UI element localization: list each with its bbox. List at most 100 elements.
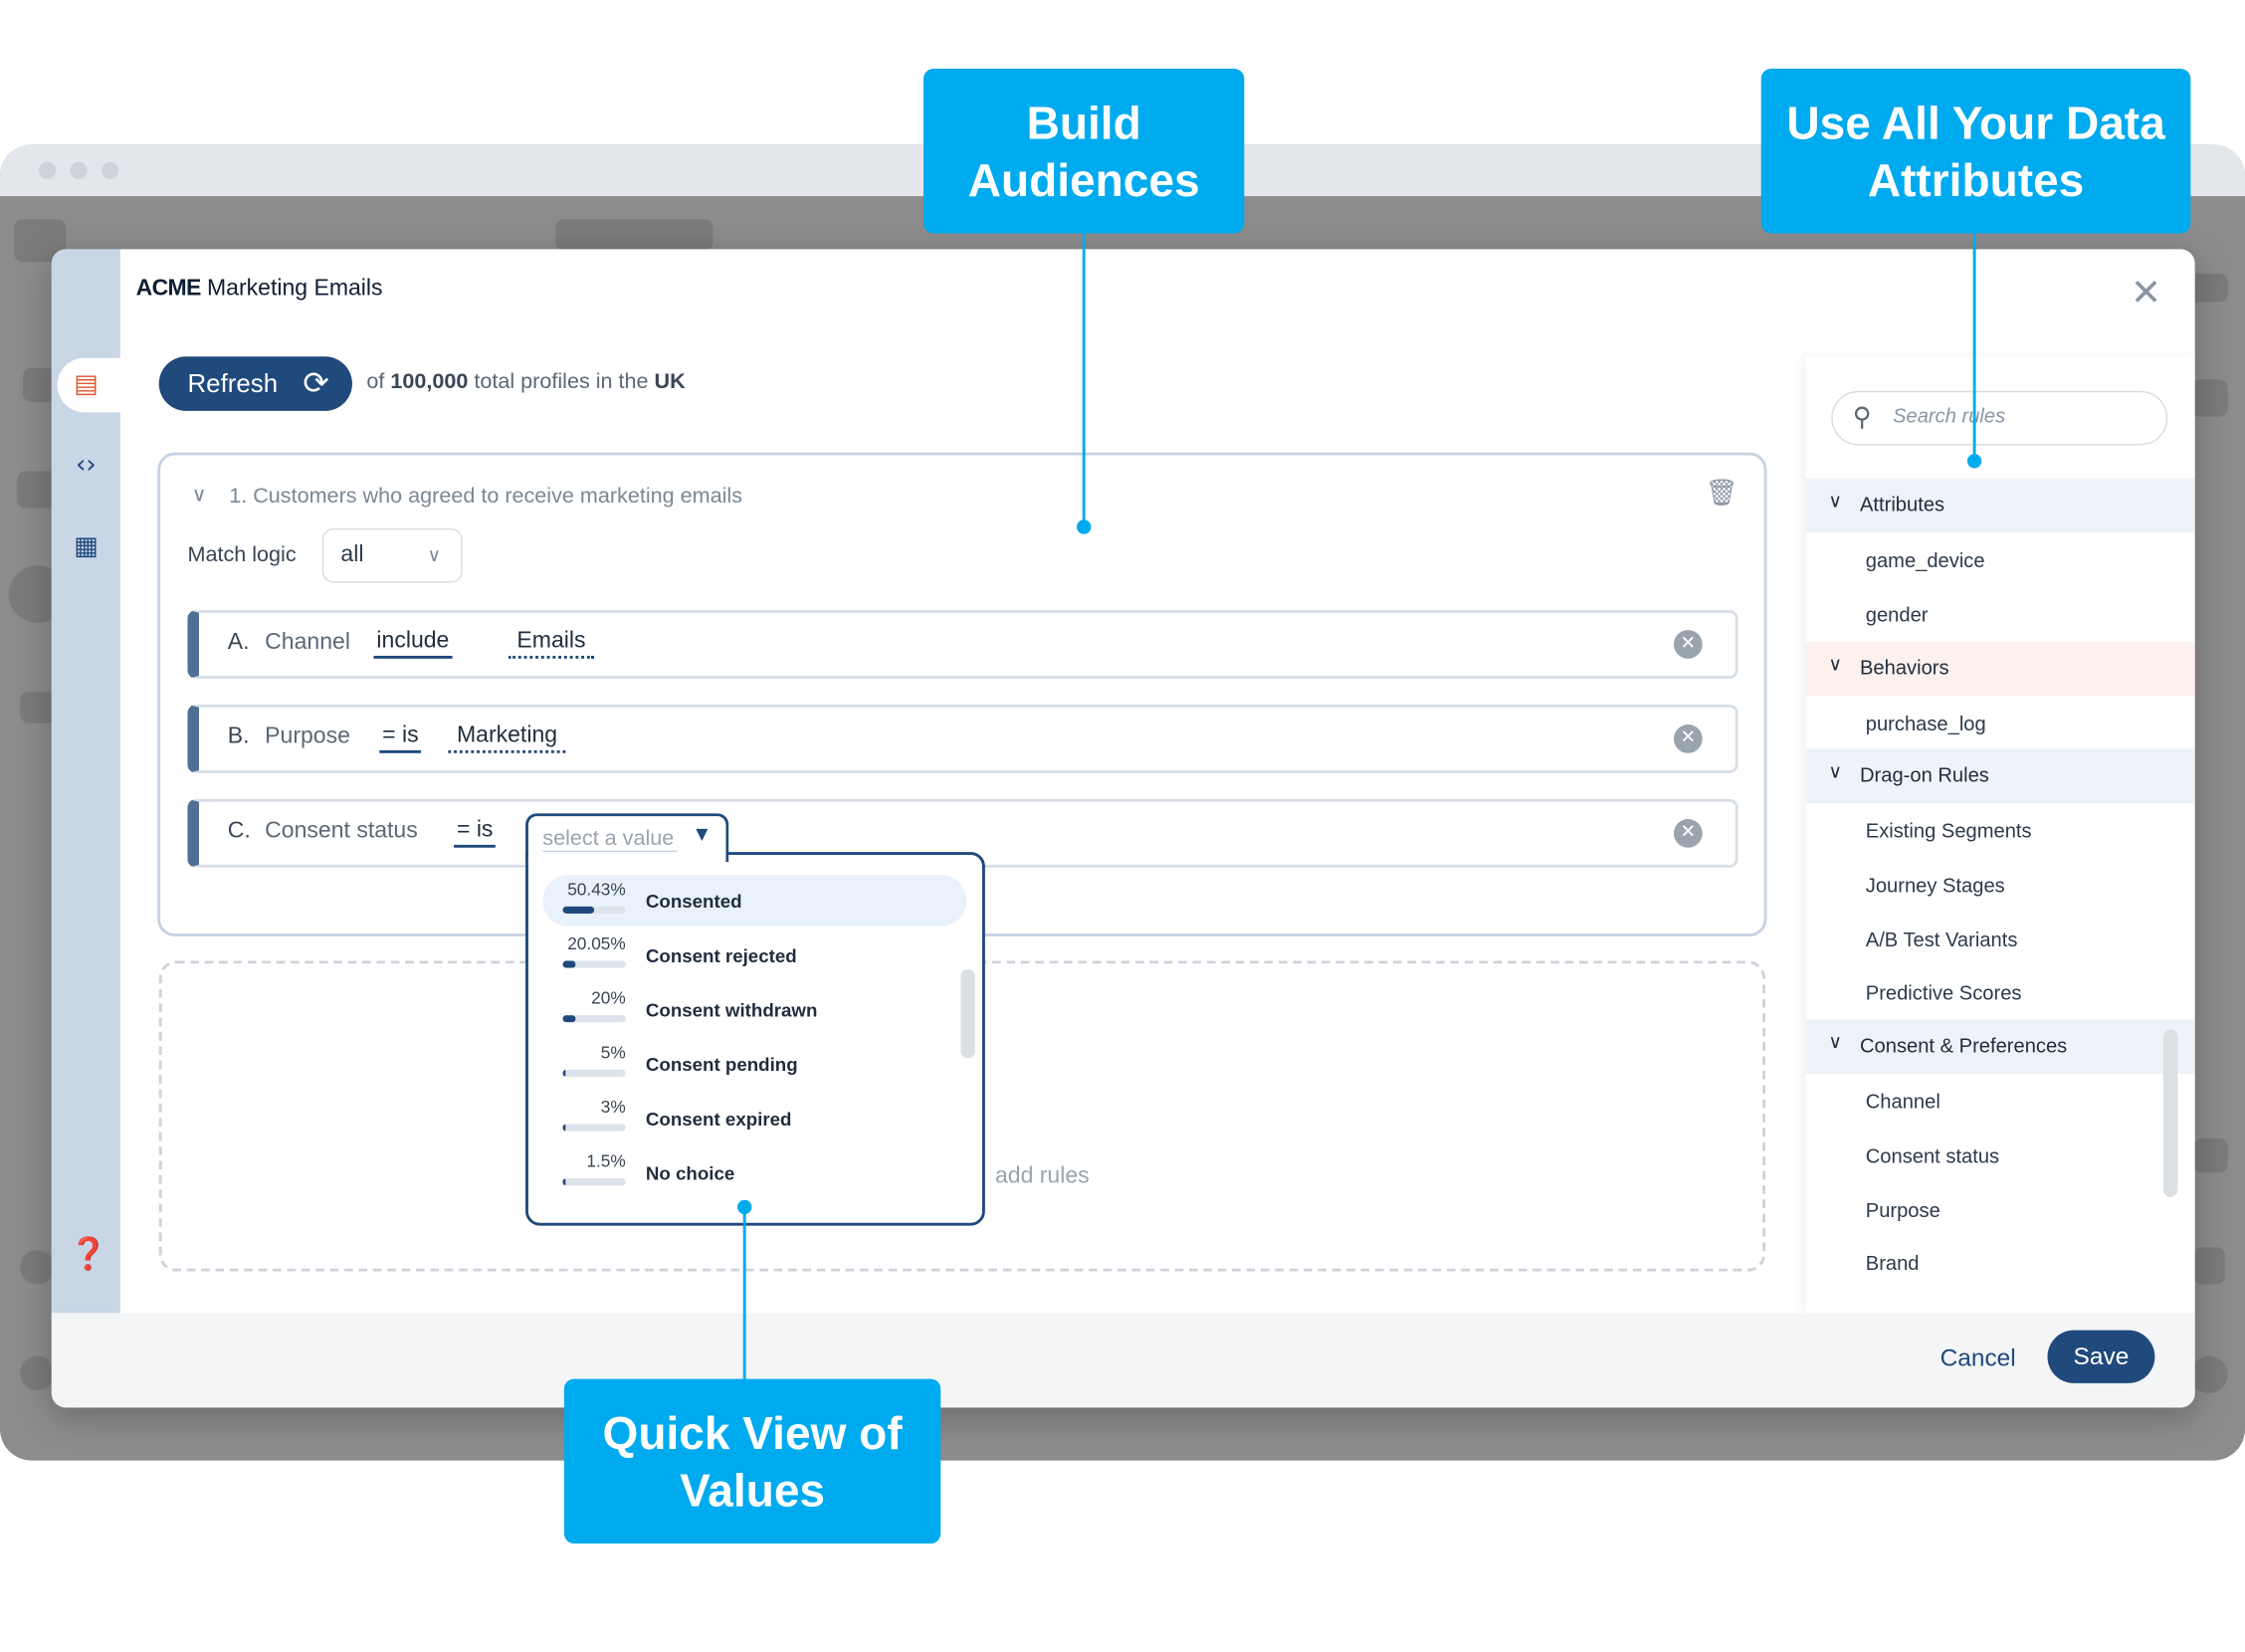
option-bar xyxy=(562,1015,626,1023)
option-bar xyxy=(562,1178,626,1186)
search-box[interactable]: ⚲ xyxy=(1831,390,2168,446)
callout-line-attributes xyxy=(1972,229,1976,459)
chevron-down-icon: ∨ xyxy=(427,543,442,566)
option-label: Consent rejected xyxy=(645,944,797,967)
option-label: Consent pending xyxy=(645,1053,798,1076)
option-bar-fill xyxy=(562,960,576,968)
search-icon: ⚲ xyxy=(1852,402,1872,433)
remove-rule-icon[interactable]: ✕ xyxy=(1673,818,1703,848)
option-bar xyxy=(562,1069,626,1077)
rules-sidebar: ⚲ ∨ Attributes game_device gender ∨ Beha… xyxy=(1805,356,2195,1314)
dropdown-option[interactable]: 3% Consent expired xyxy=(542,1093,966,1144)
sidebar-item[interactable]: Channel xyxy=(1866,1090,1940,1113)
rail-rules-icon[interactable]: ▤ xyxy=(69,369,103,401)
bg-filter-icon xyxy=(2190,379,2228,417)
trash-icon[interactable]: 🗑 xyxy=(1706,479,1738,509)
chevron-down-icon: ∨ xyxy=(1828,1032,1843,1054)
sidebar-scrollbar[interactable] xyxy=(2163,1029,2178,1197)
rule-letter: C. xyxy=(227,818,251,844)
option-bar-fill xyxy=(562,1178,565,1186)
sidebar-section-behaviors[interactable]: ∨ Behaviors xyxy=(1805,641,2195,697)
rule-operator[interactable]: include xyxy=(373,629,453,659)
modal-left-rail: ▤ ‹› ▦ ❓ xyxy=(51,249,126,1314)
option-bar-fill xyxy=(562,1069,566,1077)
value-placeholder: select a value xyxy=(542,826,678,853)
window-dot-minimize[interactable] xyxy=(70,161,88,179)
option-bar xyxy=(562,1124,626,1132)
callout-build-audiences: Build Audiences xyxy=(923,69,1245,234)
sidebar-item[interactable]: gender xyxy=(1866,603,1929,626)
rule-row-a[interactable]: A. Channel include Emails ✕ xyxy=(187,609,1738,679)
dropzone-text: add rules xyxy=(994,1163,1090,1189)
modal-title: ACME Marketing Emails xyxy=(136,277,383,303)
option-percent: 3% xyxy=(600,1097,626,1118)
sidebar-item[interactable]: Brand xyxy=(1866,1252,1920,1275)
rule-operator[interactable]: = is xyxy=(454,818,497,848)
rule-letter: B. xyxy=(227,724,250,749)
chevron-down-icon: ∨ xyxy=(1828,491,1843,514)
refresh-icon: ⟳ xyxy=(303,364,329,401)
option-label: Consented xyxy=(645,890,742,913)
sidebar-section-consent-preferences[interactable]: ∨ Consent & Preferences xyxy=(1805,1019,2195,1075)
dropdown-option[interactable]: 20.05% Consent rejected xyxy=(542,929,966,981)
sidebar-item[interactable]: Consent status xyxy=(1866,1144,1999,1167)
callout-line-build xyxy=(1082,229,1086,524)
rule-letter: A. xyxy=(227,630,250,655)
sidebar-item[interactable]: purchase_log xyxy=(1866,712,1986,734)
rule-field: Channel xyxy=(265,630,350,655)
sidebar-item[interactable]: Purpose xyxy=(1866,1198,1940,1221)
match-logic-label: Match logic xyxy=(187,542,297,567)
rule-operator[interactable]: = is xyxy=(379,723,422,753)
sidebar-item[interactable]: Journey Stages xyxy=(1866,874,2005,897)
option-percent: 20.05% xyxy=(567,933,626,954)
cancel-button[interactable]: Cancel xyxy=(1940,1344,2016,1373)
option-percent: 20% xyxy=(591,987,626,1008)
rule-group-title: 1. Customers who agreed to receive marke… xyxy=(229,484,743,509)
save-button[interactable]: Save xyxy=(2047,1330,2155,1383)
option-bar-fill xyxy=(562,1124,565,1132)
remove-rule-icon[interactable]: ✕ xyxy=(1673,724,1703,753)
stage: ▤ ‹› ▦ ❓ ACME Marketing Emails ✕ Refresh… xyxy=(0,0,2245,1652)
rail-profile-card-icon[interactable]: ▦ xyxy=(69,531,103,563)
remove-rule-icon[interactable]: ✕ xyxy=(1673,630,1703,659)
sidebar-section-attributes[interactable]: ∨ Attributes xyxy=(1805,478,2195,533)
value-select[interactable]: select a value ▼ xyxy=(525,813,729,863)
title-text: Marketing Emails xyxy=(206,276,383,302)
sidebar-item[interactable]: game_device xyxy=(1866,548,1985,571)
rule-value[interactable]: Emails xyxy=(508,629,595,659)
search-input[interactable] xyxy=(1893,403,2151,427)
dropdown-option[interactable]: 1.5% No choice xyxy=(542,1146,966,1198)
chevron-down-icon[interactable]: ∨ xyxy=(192,484,207,507)
rule-row-b[interactable]: B. Purpose = is Marketing ✕ xyxy=(187,704,1738,773)
dropdown-scrollbar[interactable] xyxy=(960,969,975,1059)
sidebar-item[interactable]: Predictive Scores xyxy=(1866,981,2022,1004)
callout-dot-attributes xyxy=(1966,454,1982,469)
profiles-mid: total profiles in the xyxy=(468,369,655,394)
profiles-count: 100,000 xyxy=(390,369,469,394)
title-brand: ACME xyxy=(135,276,202,302)
dropdown-option[interactable]: 20% Consent withdrawn xyxy=(542,983,966,1035)
option-label: Consent withdrawn xyxy=(645,999,818,1021)
option-label: No choice xyxy=(645,1162,735,1184)
match-logic-select[interactable]: all ∨ xyxy=(321,527,463,583)
value-dropdown: 50.43% Consented 20.05% Consent rejected… xyxy=(525,852,985,1226)
rail-code-icon[interactable]: ‹› xyxy=(69,450,103,482)
window-dot-maximize[interactable] xyxy=(102,161,119,179)
option-label: Consent expired xyxy=(645,1108,792,1131)
sidebar-section-drag-on-rules[interactable]: ∨ Drag-on Rules xyxy=(1805,748,2195,804)
bg-gear-icon xyxy=(20,1250,55,1285)
window-dot-close[interactable] xyxy=(38,161,57,179)
sidebar-item[interactable]: A/B Test Variants xyxy=(1866,928,2018,950)
dropdown-option[interactable]: 5% Consent pending xyxy=(542,1038,966,1090)
rule-value[interactable]: Marketing xyxy=(448,723,566,753)
rail-help-icon[interactable]: ❓ xyxy=(69,1239,107,1272)
section-label: Attributes xyxy=(1860,492,1945,516)
refresh-label: Refresh xyxy=(187,369,279,398)
dropdown-option[interactable]: 50.43% Consented xyxy=(542,875,967,927)
refresh-button[interactable]: Refresh ⟳ xyxy=(158,356,352,411)
sidebar-item[interactable]: Existing Segments xyxy=(1866,819,2032,842)
section-label: Consent & Preferences xyxy=(1860,1033,2068,1057)
close-icon[interactable]: ✕ xyxy=(2131,275,2161,311)
chevron-down-icon: ∨ xyxy=(1828,761,1843,784)
callout-dot-build xyxy=(1076,519,1092,534)
